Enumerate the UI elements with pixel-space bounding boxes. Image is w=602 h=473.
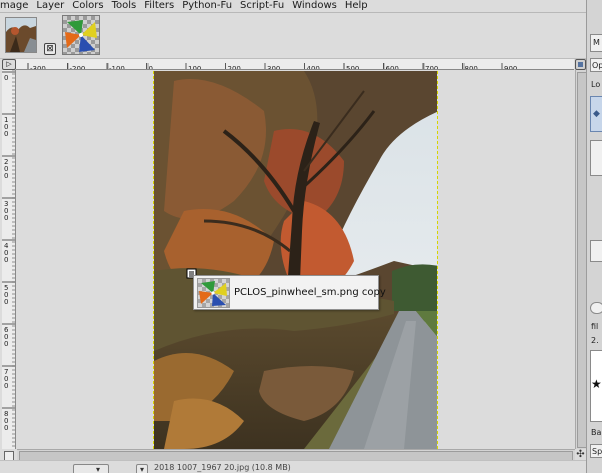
status-bar: ▾ ▾ 2018 1007_1967 20.jpg (10.8 MB) — [0, 460, 586, 473]
right-dock-panel: M Op Lo ◆ fil 2. ★ Ba Sp — [586, 0, 602, 473]
menu-bar: mage Layer Colors Tools Filters Python-F… — [0, 0, 590, 13]
ruler-label: -200 — [70, 65, 86, 70]
ruler-label: 300 — [267, 65, 280, 70]
star-brush-icon: ★ — [591, 377, 602, 391]
menu-help[interactable]: Help — [341, 0, 372, 12]
horizontal-ruler[interactable]: -300 -200 -100 0 100 200 300 400 500 600 700 800 900 — [16, 59, 574, 70]
dock-mode-combo[interactable]: M — [590, 34, 602, 52]
close-tab-icon[interactable]: ⊠ — [44, 43, 56, 55]
ruler-label: 400 — [307, 65, 320, 70]
menu-filters[interactable]: Filters — [140, 0, 178, 12]
image-canvas[interactable] — [17, 71, 575, 449]
vertical-scrollbar[interactable] — [575, 70, 587, 449]
dock-spacing-label: Sp — [592, 447, 602, 456]
dock-lock-label: Lo — [591, 80, 601, 89]
dock-basic-label: Ba — [591, 428, 602, 437]
pinwheel-thumbnail-icon — [65, 20, 97, 52]
ruler-label: 600 — [386, 65, 399, 70]
vertical-ruler[interactable]: 0100200300400500600700800 — [2, 70, 16, 449]
ruler-label: 0 — [4, 298, 8, 306]
menu-python-fu[interactable]: Python-Fu — [178, 0, 236, 12]
image-tab-photo[interactable] — [5, 17, 37, 53]
unit-selector[interactable]: ▾ — [73, 464, 109, 473]
dock-opacity-field[interactable]: Op — [590, 58, 602, 72]
autumn-path-image — [154, 71, 437, 449]
menu-script-fu[interactable]: Script-Fu — [236, 0, 288, 12]
ruler-label: 0 — [4, 172, 8, 180]
menu-colors[interactable]: Colors — [68, 0, 107, 12]
image-tab-pinwheel[interactable] — [62, 15, 100, 55]
ruler-label: 700 — [425, 65, 438, 70]
navigate-icon[interactable]: ✣ — [575, 449, 586, 460]
ruler-label: 100 — [188, 65, 201, 70]
pinwheel-icon — [199, 281, 227, 306]
ruler-label: 0 — [4, 340, 8, 348]
ruler-label: 900 — [504, 65, 517, 70]
ruler-label: 200 — [228, 65, 241, 70]
ruler-label: 0 — [4, 256, 8, 264]
brush-preview-icon — [590, 302, 602, 314]
dock-filter-label: fil — [591, 322, 599, 331]
vertical-ruler-ticks: 0100200300400500600700800 — [2, 70, 15, 447]
layer-thumbnail — [197, 278, 230, 308]
menu-tools[interactable]: Tools — [108, 0, 141, 12]
dock-layer-row-selected[interactable]: ◆ — [590, 96, 602, 132]
horizontal-ruler-ticks: -300 -200 -100 0 100 200 300 400 500 600 700 800 900 — [27, 63, 517, 70]
ruler-menu-button[interactable]: ▷ — [2, 59, 16, 70]
dock-opacity-label: Op — [592, 61, 602, 70]
ruler-label: 0 — [4, 130, 8, 138]
menu-layer[interactable]: Layer — [32, 0, 68, 12]
zoom-selector[interactable]: ▾ — [112, 464, 150, 473]
status-message: 2018 1007_1967 20.jpg (10.8 MB) — [154, 463, 291, 472]
autumn-path-photo — [153, 71, 438, 449]
dock-spacing-field[interactable]: Sp — [590, 444, 602, 458]
ruler-label: 0 — [4, 214, 8, 222]
ruler-label: 800 — [465, 65, 478, 70]
navigation-preview-button[interactable] — [575, 59, 586, 70]
layer-visibility-icon: ◆ — [593, 109, 600, 119]
ruler-label: 0 — [4, 424, 8, 432]
photo-thumbnail-icon — [6, 18, 36, 52]
brush-list[interactable]: ★ — [590, 350, 602, 422]
image-tab-bar: ⊠ — [0, 13, 590, 59]
layer-drag-tooltip: PCLOS_pinwheel_sm.png copy — [193, 275, 386, 310]
layer-name-label: PCLOS_pinwheel_sm.png copy — [234, 287, 386, 298]
ruler-label: -300 — [30, 65, 46, 70]
chevron-down-icon: ▾ — [96, 465, 101, 473]
dock-layer-row[interactable] — [590, 240, 602, 262]
dock-layer-row[interactable] — [590, 140, 602, 176]
horizontal-scrollbar[interactable] — [17, 449, 575, 461]
chevron-down-icon: ▾ — [136, 464, 148, 473]
ruler-label: 0 — [4, 382, 8, 390]
ruler-label: -100 — [109, 65, 125, 70]
menu-windows[interactable]: Windows — [288, 0, 341, 12]
dock-mode-label: M — [593, 38, 600, 47]
ruler-label: 500 — [346, 65, 359, 70]
ruler-label: 0 — [149, 65, 153, 70]
gimp-window: mage Layer Colors Tools Filters Python-F… — [0, 0, 602, 473]
menu-image[interactable]: mage — [0, 0, 32, 12]
ruler-label: 0 — [4, 74, 8, 82]
dock-brush-size-label: 2. — [591, 336, 599, 345]
